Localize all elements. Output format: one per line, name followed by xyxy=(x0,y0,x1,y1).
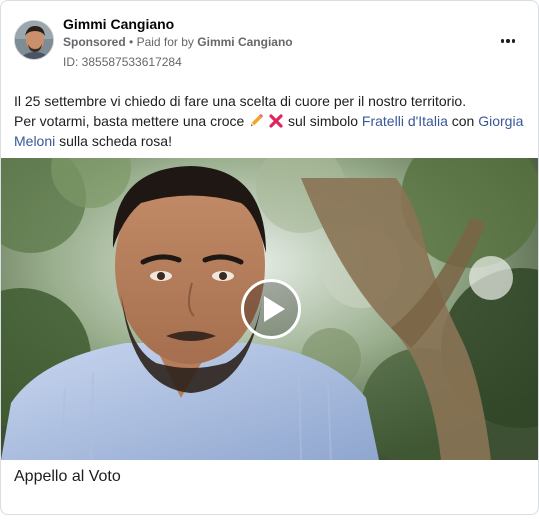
paid-for-prefix: Paid for by xyxy=(136,35,194,49)
party-link[interactable]: Fratelli d'Italia xyxy=(362,113,448,129)
video-caption[interactable]: Appello al Voto xyxy=(14,468,121,486)
body-line-2-mid: sul simbolo xyxy=(288,113,359,129)
author-name[interactable]: Gimmi Cangiano xyxy=(63,16,174,32)
separator: • xyxy=(129,35,134,49)
play-icon[interactable] xyxy=(241,279,301,339)
paid-for-name: Gimmi Cangiano xyxy=(197,35,293,49)
ad-id: ID: 385587533617284 xyxy=(63,55,182,69)
ad-card: Gimmi Cangiano Sponsored • Paid for by G… xyxy=(0,0,539,515)
cross-mark-emoji xyxy=(269,114,283,128)
avatar-image xyxy=(15,21,53,59)
body-line-1: Il 25 settembre vi chiedo di fare una sc… xyxy=(14,93,467,109)
sponsored-label[interactable]: Sponsored xyxy=(63,35,126,49)
body-line-2-start: Per votarmi, basta mettere una croce xyxy=(14,113,245,129)
avatar[interactable] xyxy=(14,20,54,60)
connector: con xyxy=(451,113,475,129)
body-line-end: sulla scheda rosa! xyxy=(59,133,172,149)
post-header: Gimmi Cangiano Sponsored • Paid for by G… xyxy=(1,1,538,79)
more-options-icon[interactable] xyxy=(496,31,520,51)
pencil-emoji xyxy=(251,114,264,126)
post-body: Il 25 settembre vi chiedo di fare una sc… xyxy=(14,91,529,151)
sponsored-line: Sponsored • Paid for by Gimmi Cangiano xyxy=(63,35,293,49)
